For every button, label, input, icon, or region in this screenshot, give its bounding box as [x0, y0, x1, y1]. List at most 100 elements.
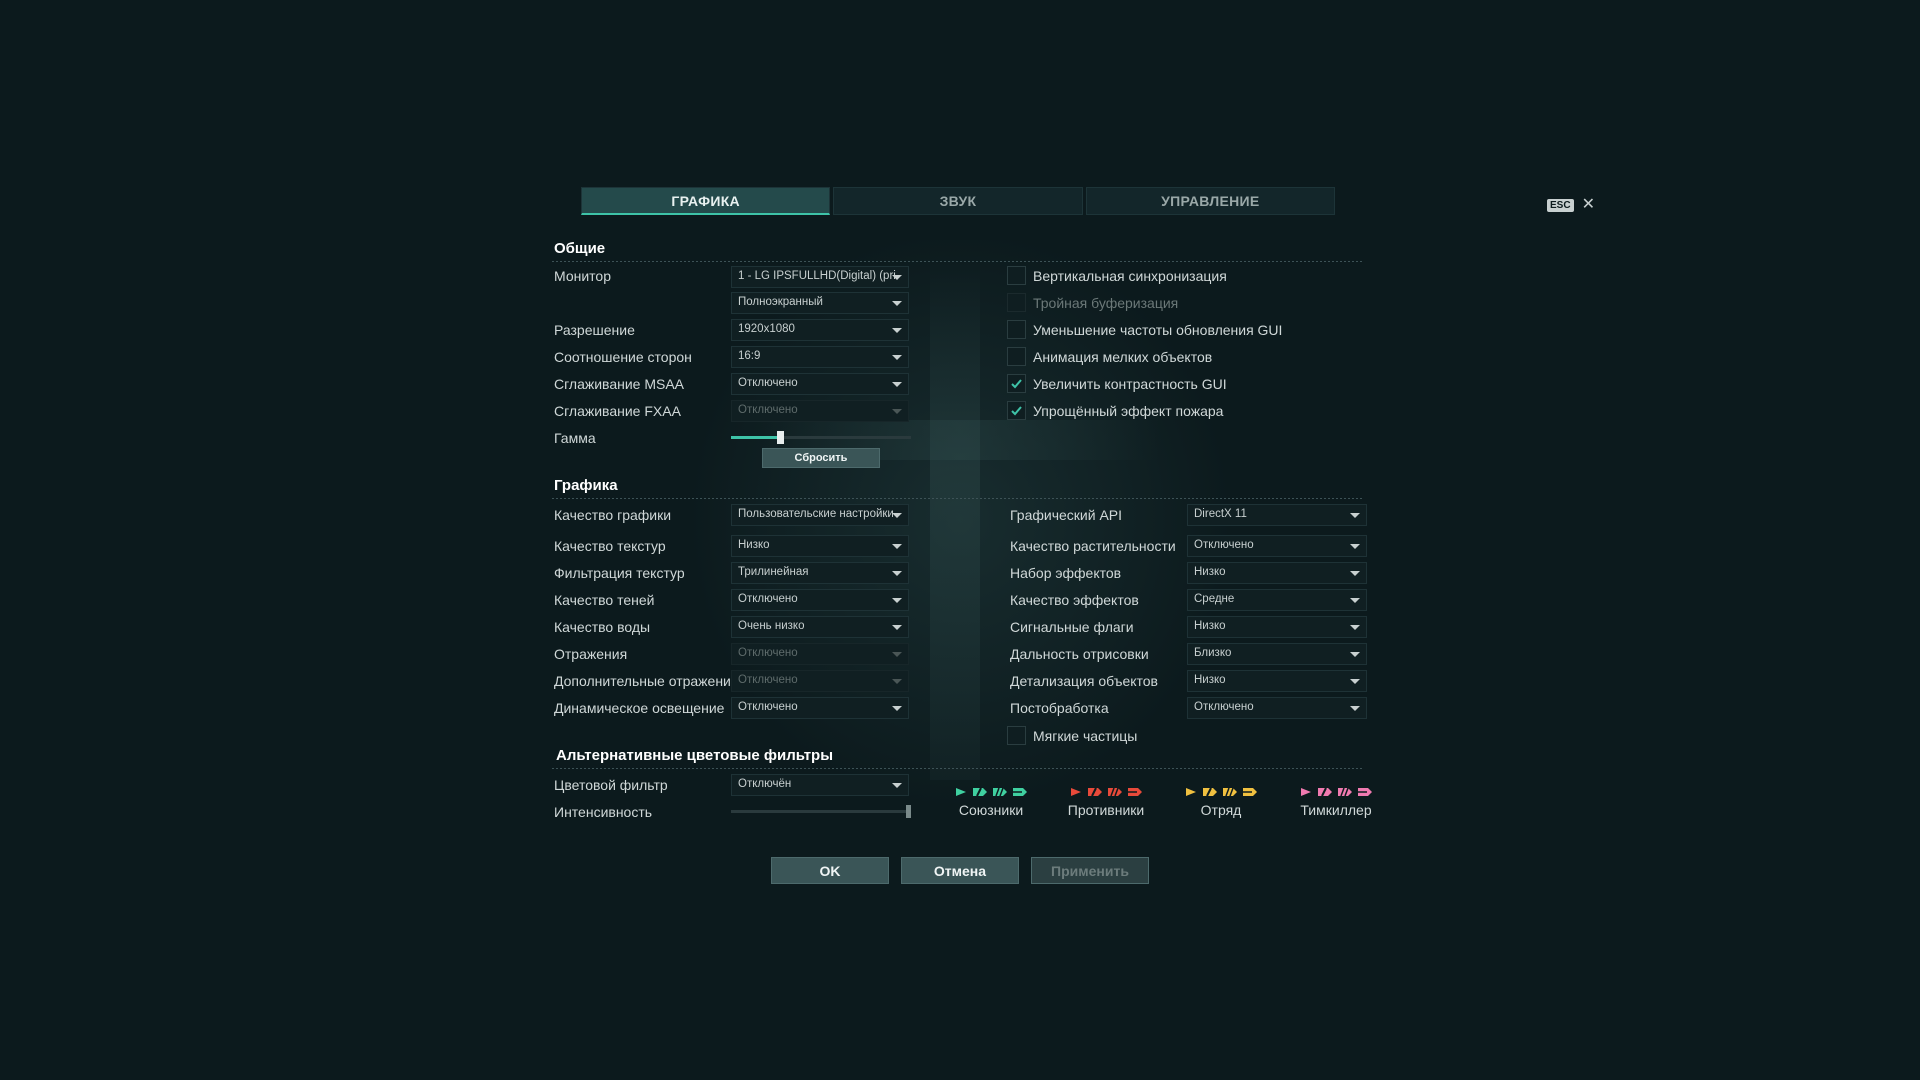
color-filter-group: Отряд [1166, 784, 1276, 818]
graphics-setting-dropdown[interactable]: Отключено [1187, 535, 1367, 557]
option-checkbox-label: Анимация мелких объектов [1033, 349, 1213, 365]
chevron-down-icon [892, 301, 902, 306]
checkmark-icon [1011, 379, 1022, 389]
chevron-down-icon [1350, 598, 1360, 603]
graphics-setting-value: Трилинейная [738, 566, 809, 578]
graphics-setting-value: Отключено [738, 674, 798, 686]
destroyer-marker-icon [1087, 784, 1103, 797]
battleship-marker-icon [1012, 784, 1028, 796]
close-control[interactable]: ESC ✕ [1547, 197, 1595, 213]
color-filter-value: Отключён [738, 778, 792, 790]
color-filter-dropdown[interactable]: Отключён [731, 774, 909, 796]
chevron-down-icon [892, 783, 902, 788]
close-icon[interactable]: ✕ [1582, 197, 1595, 213]
graphics-setting-dropdown[interactable]: Очень низко [731, 616, 909, 638]
gamma-slider-handle[interactable] [777, 431, 784, 444]
color-filter-group-name: Отряд [1200, 802, 1242, 818]
graphics-setting-value: DirectX 11 [1194, 508, 1247, 520]
chevron-down-icon [892, 598, 902, 603]
color-filter-label: Цветовой фильтр [554, 777, 668, 793]
msaa-value: Отключено [738, 377, 798, 389]
gamma-label: Гамма [554, 430, 596, 446]
cancel-button[interactable]: Отмена [901, 857, 1019, 884]
chevron-down-icon [1350, 706, 1360, 711]
intensity-slider-handle[interactable] [906, 805, 911, 818]
intensity-slider-track[interactable] [731, 810, 911, 813]
msaa-label: Сглаживание MSAA [554, 376, 685, 392]
option-checkbox-label: Уменьшение частоты обновления GUI [1033, 322, 1283, 338]
ship-marker-icons [1166, 784, 1276, 797]
chevron-down-icon [892, 355, 902, 360]
chevron-down-icon [892, 409, 902, 414]
graphics-setting-value: Отключено [738, 701, 798, 713]
ship-marker-icons [1281, 784, 1391, 797]
graphics-setting-dropdown[interactable]: Низко [1187, 562, 1367, 584]
battleship-marker-icon [1242, 784, 1258, 796]
aspect-ratio-dropdown[interactable]: 16:9 [731, 346, 909, 368]
option-checkbox[interactable] [1007, 347, 1026, 366]
graphics-setting-dropdown[interactable]: Пользовательские настройки [731, 504, 909, 526]
chevron-down-icon [892, 382, 902, 387]
chevron-down-icon [892, 706, 902, 711]
color-filter-group-name: Союзники [958, 802, 1024, 818]
cruiser-marker-icon [1337, 784, 1353, 797]
graphics-setting-label: Динамическое освещение [554, 700, 725, 716]
tab-sound[interactable]: ЗВУК [833, 187, 1083, 215]
graphics-setting-label: Качество текстур [554, 538, 666, 554]
tab-controls[interactable]: УПРАВЛЕНИЕ [1085, 187, 1335, 215]
graphics-setting-dropdown[interactable]: Низко [1187, 616, 1367, 638]
resolution-dropdown[interactable]: 1920x1080 [731, 319, 909, 341]
option-checkbox-label: Упрощённый эффект пожара [1033, 403, 1224, 419]
graphics-setting-value: Низко [1194, 674, 1226, 686]
option-checkbox[interactable] [1007, 320, 1026, 339]
graphics-setting-dropdown[interactable]: Отключено [1187, 697, 1367, 719]
color-filter-group-name: Тимкиллер [1300, 802, 1372, 818]
graphics-setting-value: Близко [1194, 647, 1232, 659]
graphics-setting-dropdown[interactable]: Отключено [731, 697, 909, 719]
fxaa-dropdown: Отключено [731, 400, 909, 422]
graphics-setting-dropdown[interactable]: DirectX 11 [1187, 504, 1367, 526]
graphics-setting-value: Низко [1194, 620, 1226, 632]
option-checkbox-label: Вертикальная синхронизация [1033, 268, 1227, 284]
tab-graphics[interactable]: ГРАФИКА [581, 187, 831, 215]
battleship-marker-icon [1127, 784, 1143, 796]
soft-particles-label: Мягкие частицы [1033, 728, 1138, 744]
section-title-general: Общие [554, 240, 606, 257]
chevron-down-icon [892, 544, 902, 549]
graphics-setting-dropdown: Отключено [731, 643, 909, 665]
ok-button[interactable]: OK [771, 857, 889, 884]
graphics-setting-dropdown: Отключено [731, 670, 909, 692]
monitor-value: 1 - LG IPSFULLHD(Digital) (pri [738, 270, 896, 282]
esc-key-badge: ESC [1547, 198, 1574, 212]
option-checkbox[interactable] [1007, 266, 1026, 285]
ship-marker-icon [1069, 784, 1083, 796]
chevron-down-icon [892, 679, 902, 684]
soft-particles-checkbox[interactable] [1007, 726, 1026, 745]
graphics-setting-label: Дальность отрисовки [1010, 646, 1149, 662]
graphics-setting-label: Набор эффектов [1010, 565, 1122, 581]
msaa-dropdown[interactable]: Отключено [731, 373, 909, 395]
chevron-down-icon [892, 625, 902, 630]
ship-marker-icon [1184, 784, 1198, 796]
graphics-setting-value: Отключено [1194, 539, 1254, 551]
graphics-setting-label: Качество растительности [1010, 538, 1176, 554]
option-checkbox[interactable] [1007, 374, 1026, 393]
reset-gamma-button[interactable]: Сбросить [762, 448, 880, 468]
option-checkbox[interactable] [1007, 401, 1026, 420]
graphics-setting-label: Качество эффектов [1010, 592, 1139, 608]
option-checkbox-label: Увеличить контрастность GUI [1033, 376, 1227, 392]
monitor-dropdown[interactable]: 1 - LG IPSFULLHD(Digital) (pri [731, 266, 909, 288]
display-mode-dropdown[interactable]: Полноэкранный [731, 292, 909, 314]
graphics-setting-dropdown[interactable]: Близко [1187, 643, 1367, 665]
section-divider [552, 498, 1364, 499]
graphics-setting-dropdown[interactable]: Средне [1187, 589, 1367, 611]
chevron-down-icon [1350, 652, 1360, 657]
graphics-setting-dropdown[interactable]: Низко [731, 535, 909, 557]
gamma-slider-fill [731, 436, 780, 439]
cruiser-marker-icon [992, 784, 1008, 797]
graphics-setting-dropdown[interactable]: Трилинейная [731, 562, 909, 584]
chevron-down-icon [892, 652, 902, 657]
graphics-setting-dropdown[interactable]: Низко [1187, 670, 1367, 692]
graphics-setting-dropdown[interactable]: Отключено [731, 589, 909, 611]
graphics-setting-label: Сигнальные флаги [1010, 619, 1134, 635]
